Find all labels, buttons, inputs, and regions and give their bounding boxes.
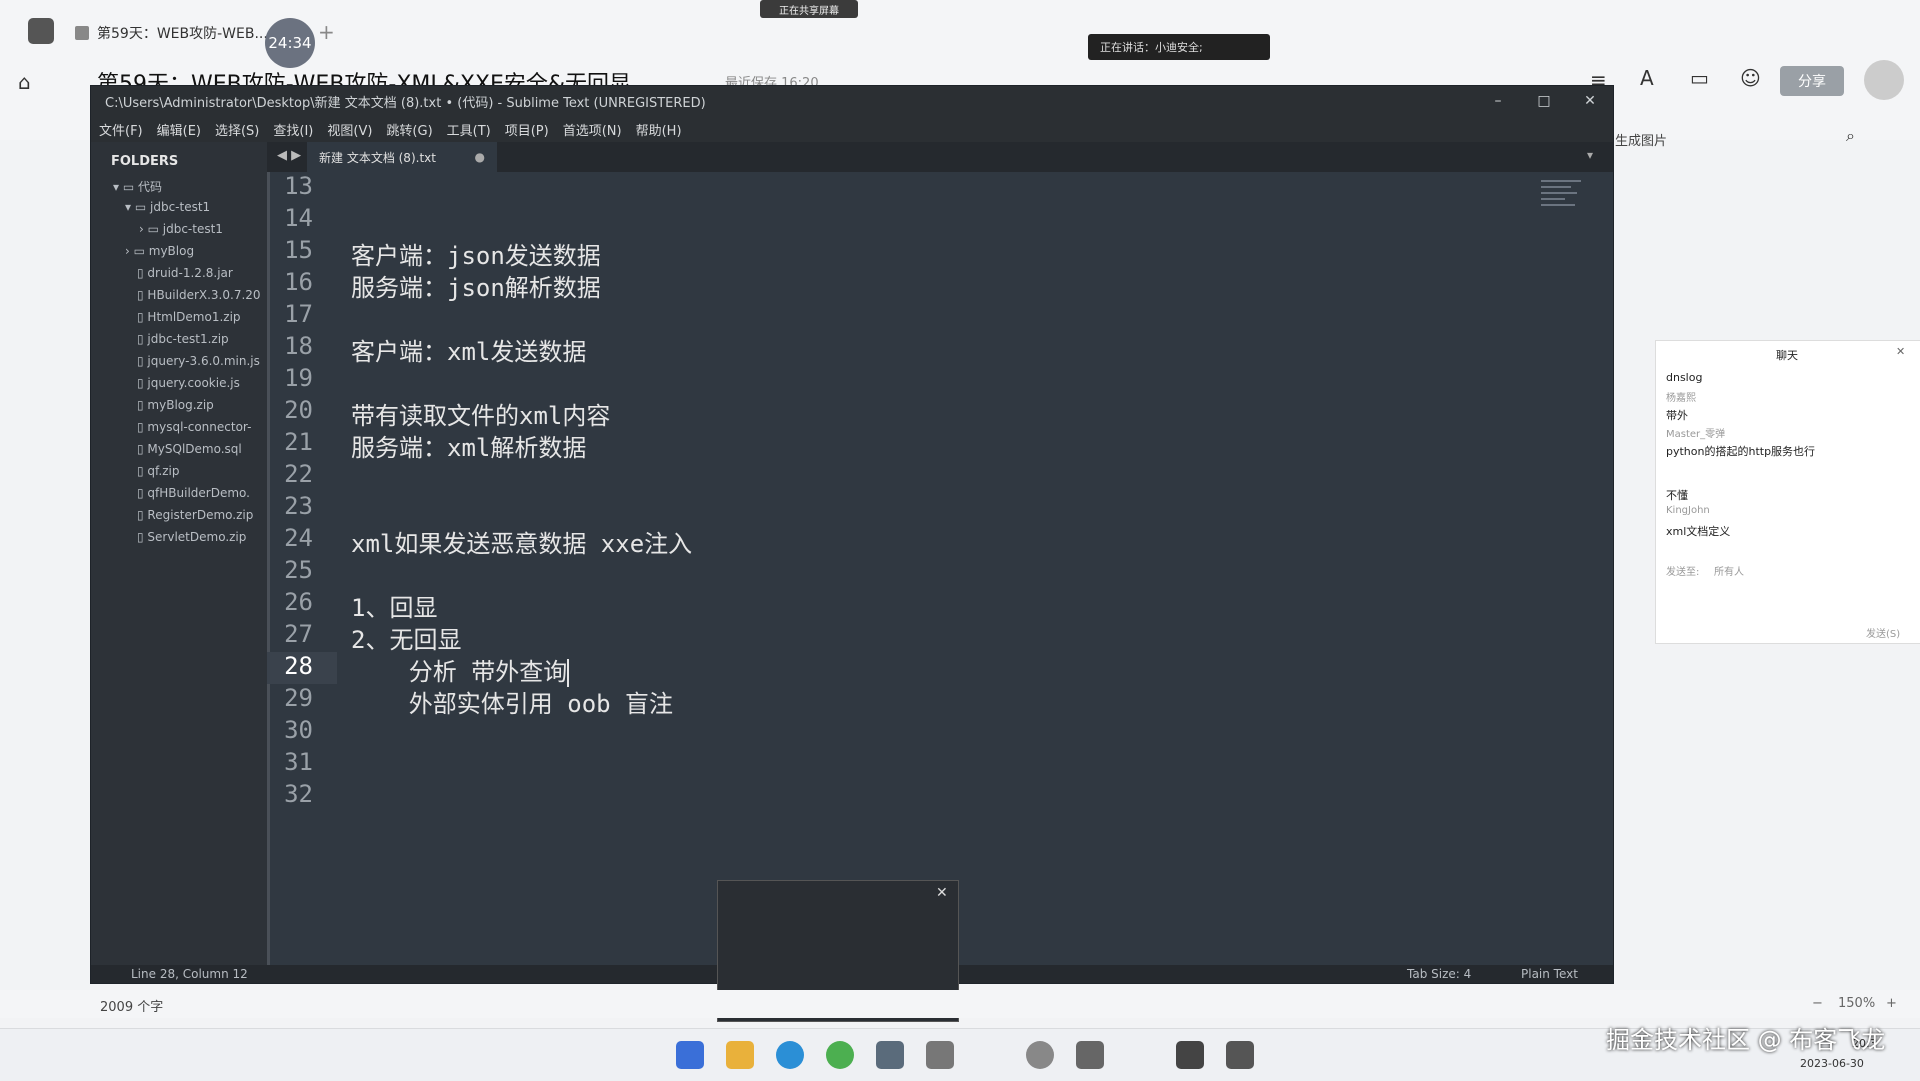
chat-message: 不懂 xyxy=(1666,489,1688,502)
chat-close-icon[interactable]: ✕ xyxy=(1896,345,1905,358)
tree-folder[interactable]: › ▭ jdbc-test1 xyxy=(139,222,223,236)
minimap[interactable] xyxy=(1541,176,1611,236)
host-tab-label: 第59天：WEB攻防-WEB... xyxy=(97,26,268,42)
taskbar-date: 2023-06-30 xyxy=(1800,1057,1864,1070)
tree-file[interactable]: ▯ MySQlDemo.sql xyxy=(137,442,242,456)
chat-user: Master_零弹 xyxy=(1666,429,1726,440)
start-icon[interactable] xyxy=(676,1041,704,1069)
sublime-window: C:\Users\Administrator\Desktop\新建 文本文档 (… xyxy=(90,85,1614,984)
tree-file[interactable]: ▯ qf.zip xyxy=(137,464,179,478)
tab-label: 新建 文本文档 (8).txt xyxy=(319,150,436,165)
chat-user: 杨嘉熙 xyxy=(1666,393,1696,404)
maximize-button[interactable]: □ xyxy=(1521,86,1567,116)
host-document-tab[interactable]: 第59天：WEB攻防-WEB... xyxy=(75,18,268,48)
tree-folder[interactable]: ▾ ▭ jdbc-test1 xyxy=(125,200,210,214)
speaking-indicator: 正在讲话：小迪安全; xyxy=(1088,34,1270,60)
edge-icon[interactable] xyxy=(776,1041,804,1069)
zoom-level: 150% xyxy=(1838,996,1876,1011)
menu-goto[interactable]: 跳转(G) xyxy=(386,120,432,139)
tree-file[interactable]: ▯ jdbc-test1.zip xyxy=(137,332,229,346)
timer-badge: 24:34 xyxy=(265,18,315,68)
folders-header: FOLDERS xyxy=(111,154,179,169)
tree-file[interactable]: ▯ myBlog.zip xyxy=(137,398,214,412)
chat-user: KingJohn xyxy=(1666,505,1710,516)
file-explorer-icon[interactable] xyxy=(726,1041,754,1069)
syntax-mode[interactable]: Plain Text xyxy=(1521,967,1578,981)
menu-file[interactable]: 文件(F) xyxy=(99,120,143,139)
tab-dirty-indicator-icon[interactable]: ● xyxy=(475,150,485,164)
chat-message: 带外 xyxy=(1666,409,1688,422)
menu-selection[interactable]: 选择(S) xyxy=(215,120,259,139)
menu-edit[interactable]: 编辑(E) xyxy=(157,120,201,139)
tree-file[interactable]: ▯ ServletDemo.zip xyxy=(137,530,246,544)
host-app-logo-icon xyxy=(28,18,54,44)
present-icon[interactable]: ▭ xyxy=(1690,66,1709,90)
zoom-in-button[interactable]: + xyxy=(1886,996,1897,1011)
menu-project[interactable]: 项目(P) xyxy=(505,120,549,139)
screen-share-indicator: 正在共享屏幕 xyxy=(760,0,858,18)
app-icon[interactable] xyxy=(1076,1041,1104,1069)
search-icon[interactable]: ⌕ xyxy=(1846,126,1855,146)
add-tab-button[interactable]: + xyxy=(318,20,335,44)
watermark: 掘金技术社区 @ 布客飞龙 xyxy=(1606,1026,1886,1054)
app-icon[interactable] xyxy=(1226,1041,1254,1069)
folders-sidebar: FOLDERS ▾ ▭ 代码 ▾ ▭ jdbc-test1 › ▭ jdbc-t… xyxy=(91,142,267,965)
avatar[interactable] xyxy=(1864,60,1904,100)
text-cursor xyxy=(567,659,570,687)
chat-panel: 聊天 ✕ dnslog 杨嘉熙 带外 Master_零弹 python的搭起的h… xyxy=(1655,340,1920,644)
app-icon[interactable] xyxy=(926,1041,954,1069)
tree-file[interactable]: ▯ jquery.cookie.js xyxy=(137,376,240,390)
sublime-title-bar: C:\Users\Administrator\Desktop\新建 文本文档 (… xyxy=(91,86,1613,116)
tree-folder[interactable]: › ▭ myBlog xyxy=(125,244,194,258)
window-title: C:\Users\Administrator\Desktop\新建 文本文档 (… xyxy=(105,95,706,111)
tree-file[interactable]: ▯ RegisterDemo.zip xyxy=(137,508,253,522)
send-to-label: 发送至: xyxy=(1666,567,1700,578)
cursor-position: Line 28, Column 12 xyxy=(131,967,248,981)
generate-image-button[interactable]: 生成图片 xyxy=(1615,130,1667,149)
share-button[interactable]: 分享 xyxy=(1780,66,1844,96)
tab-dropdown-icon[interactable]: ▾ xyxy=(1587,148,1593,162)
tree-file[interactable]: ▯ HBuilderX.3.0.7.20 xyxy=(137,288,261,302)
zoom-out-button[interactable]: − xyxy=(1812,996,1823,1011)
chat-message: python的搭起的http服务也行 xyxy=(1666,445,1816,458)
browser-icon[interactable] xyxy=(1026,1041,1054,1069)
doc-icon xyxy=(75,26,89,40)
menu-preferences[interactable]: 首选项(N) xyxy=(563,120,622,139)
tree-file[interactable]: ▯ jquery-3.6.0.min.js xyxy=(137,354,260,368)
menu-find[interactable]: 查找(I) xyxy=(273,120,313,139)
menu-tools[interactable]: 工具(T) xyxy=(447,120,491,139)
minimize-button[interactable]: – xyxy=(1475,86,1521,116)
tree-file[interactable]: ▯ mysql-connector- xyxy=(137,420,251,434)
tree-file[interactable]: ▯ qfHBuilderDemo. xyxy=(137,486,250,500)
menu-view[interactable]: 视图(V) xyxy=(327,120,372,139)
sublime-taskbar-icon[interactable] xyxy=(1176,1041,1204,1069)
chat-message: dnslog xyxy=(1666,371,1703,384)
word-count[interactable]: 2009 个字 xyxy=(100,996,163,1015)
tab-active-file[interactable]: 新建 文本文档 (8).txt ● xyxy=(307,142,497,172)
tree-file[interactable]: ▯ druid-1.2.8.jar xyxy=(137,266,233,280)
font-icon[interactable]: A xyxy=(1640,66,1654,90)
send-button[interactable]: 发送(S) xyxy=(1866,625,1900,640)
home-icon[interactable]: ⌂ xyxy=(18,70,31,94)
tab-size[interactable]: Tab Size: 4 xyxy=(1407,967,1471,981)
user-icon[interactable]: ☺ xyxy=(1740,66,1761,90)
send-to-select[interactable]: 所有人 xyxy=(1714,563,1744,578)
photos-icon[interactable] xyxy=(876,1041,904,1069)
tree-folder-root[interactable]: ▾ ▭ 代码 xyxy=(113,178,162,195)
editor-area[interactable]: 13 14 15 客户端：json发送数据 16 服务端：json解析数据 17 1… xyxy=(267,172,1613,965)
chat-message: xml文档定义 xyxy=(1666,525,1731,538)
tab-nav-arrows[interactable]: ◀ ▶ xyxy=(277,148,301,163)
host-footer: 2009 个字 − 150% + xyxy=(0,990,1920,1018)
tab-bar: ◀ ▶ 新建 文本文档 (8).txt ● ▾ xyxy=(267,142,1613,172)
tree-file[interactable]: ▯ HtmlDemo1.zip xyxy=(137,310,241,324)
chrome-icon[interactable] xyxy=(826,1041,854,1069)
close-button[interactable]: ✕ xyxy=(1567,86,1613,116)
chat-title: 聊天 xyxy=(1776,349,1798,362)
menu-help[interactable]: 帮助(H) xyxy=(636,120,682,139)
popup-close-icon[interactable]: ✕ xyxy=(936,885,948,901)
menu-bar: 文件(F) 编辑(E) 选择(S) 查找(I) 视图(V) 跳转(G) 工具(T… xyxy=(91,116,1613,142)
